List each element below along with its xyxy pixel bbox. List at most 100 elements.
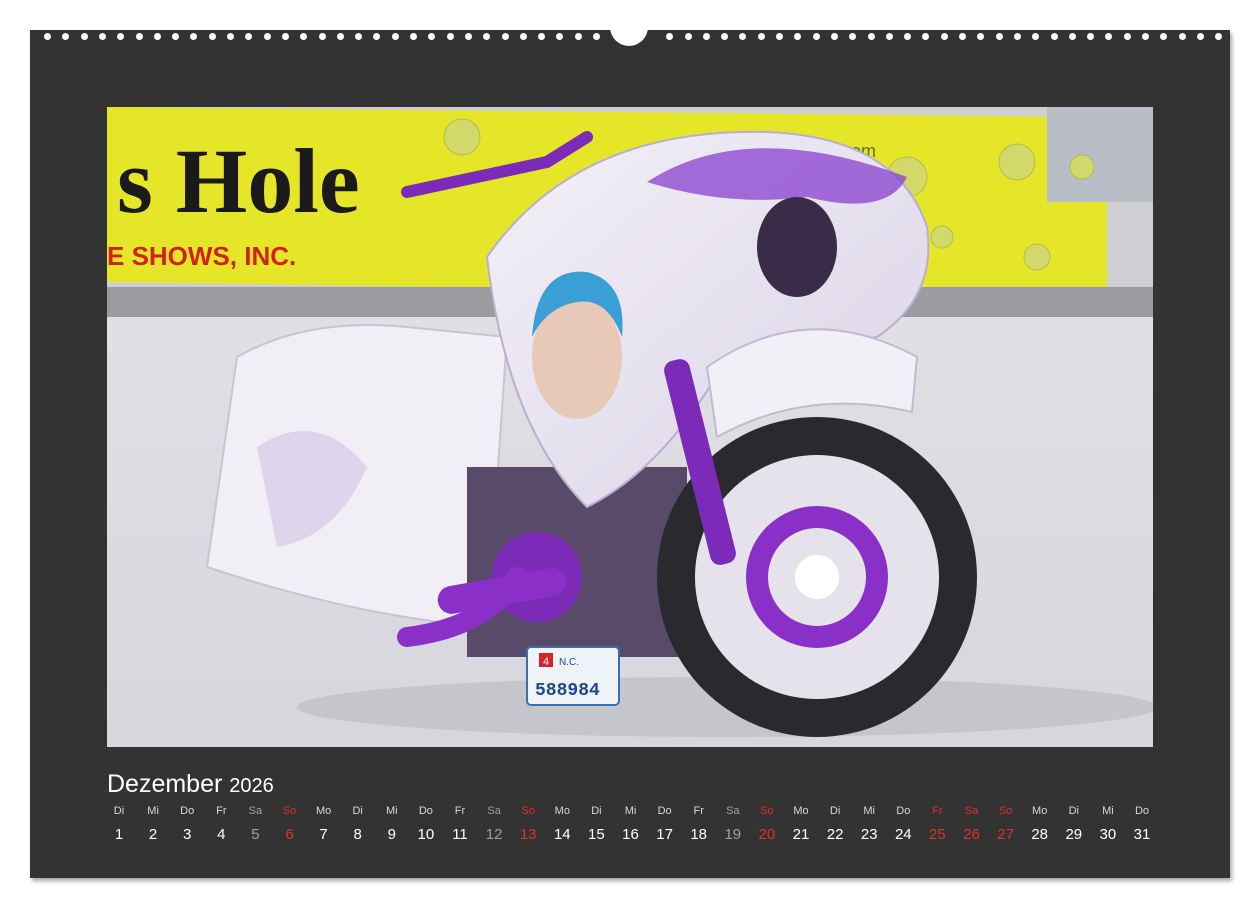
binding-hole <box>666 33 674 40</box>
weekday-label: Mi <box>1102 805 1114 817</box>
binding-hole <box>410 33 417 40</box>
day-number: 17 <box>656 826 673 843</box>
binding-hole <box>959 33 966 40</box>
binding-hole <box>867 33 875 40</box>
binding-hole <box>977 33 985 40</box>
day-number: 4 <box>217 826 226 843</box>
binding-hole <box>922 33 930 40</box>
weekday-label: Mo <box>793 805 809 817</box>
binding-hole <box>1032 33 1040 40</box>
banner-subtext: E SHOWS, INC. <box>107 241 296 271</box>
binding-hole <box>355 33 363 40</box>
binding-hole <box>172 33 180 40</box>
calendar-day: Mo 7 <box>307 805 341 843</box>
calendar-day: Fr 11 <box>443 805 477 843</box>
calendar-day: Mo 28 <box>1023 805 1057 843</box>
binding-hole <box>1013 33 1021 40</box>
weekday-label: Do <box>896 805 911 817</box>
calendar-day: Di 29 <box>1057 805 1091 843</box>
weekday-label: Do <box>1134 805 1150 817</box>
weekday-label: Fr <box>693 805 704 817</box>
day-number: 12 <box>485 826 503 843</box>
calendar-day: Do 31 <box>1125 805 1159 843</box>
calendar-day: Mi 9 <box>375 805 409 843</box>
day-number: 13 <box>519 826 537 843</box>
weekday-label: Mo <box>554 805 570 817</box>
weekday-label: Mo <box>1032 805 1048 817</box>
binding-hole <box>1142 33 1149 40</box>
calendar-day: Do 3 <box>170 805 204 843</box>
binding-hole <box>227 33 234 40</box>
binding-hole <box>1160 33 1168 40</box>
calendar-day: Di 22 <box>818 805 852 843</box>
binding-hole <box>483 33 491 40</box>
day-number: 1 <box>114 826 124 843</box>
binding-hole <box>721 33 729 40</box>
weekday-label: Do <box>418 805 433 817</box>
calendar-day: So 13 <box>511 805 545 843</box>
binding-hole <box>281 33 289 40</box>
weekday-label: Sa <box>487 805 501 817</box>
day-number: 7 <box>319 826 328 843</box>
calendar-day: Sa 12 <box>477 805 511 843</box>
calendar-day: Di 1 <box>102 805 136 843</box>
day-number: 2 <box>148 826 158 843</box>
binding-hole <box>135 33 143 40</box>
weekday-label: Di <box>591 805 602 817</box>
day-number: 18 <box>690 826 708 843</box>
day-number: 3 <box>183 826 192 843</box>
weekday-label: Sa <box>726 805 740 817</box>
weekday-label: Mi <box>385 805 398 817</box>
binding-hole <box>153 33 161 40</box>
binding-hole <box>885 33 893 40</box>
day-number: 27 <box>997 826 1014 843</box>
binding-hole <box>812 33 820 40</box>
day-number: 21 <box>792 826 810 843</box>
svg-text:N.C.: N.C. <box>559 657 579 668</box>
binding-hole <box>373 33 381 40</box>
binding-hole <box>300 33 308 40</box>
binding-hole <box>464 33 472 40</box>
binding-hole <box>684 33 692 40</box>
binding-hole <box>263 33 271 40</box>
svg-text:4: 4 <box>543 656 549 668</box>
binding-hole <box>849 33 857 40</box>
day-number: 26 <box>963 826 980 843</box>
binding-hole <box>245 33 253 40</box>
binding-hole <box>574 33 582 40</box>
calendar-day: Do 17 <box>648 805 682 843</box>
binding-hole <box>336 33 344 40</box>
binding-hole <box>1068 33 1076 40</box>
day-row: Di 1 Mi 2 Do 3 Fr 4 Sa 5 So 6 Mo 7 Di 8 Mi 9 Do 10 Fr 11 Sa 12 S… <box>102 805 1162 865</box>
plate-number: 588984 <box>535 681 600 701</box>
binding-hole <box>776 33 783 40</box>
binding-hole <box>538 33 546 40</box>
weekday-label: Fr <box>216 805 227 817</box>
calendar-day: Di 15 <box>579 805 613 843</box>
binding-hole <box>318 33 326 40</box>
binding-hole <box>1087 33 1095 40</box>
weekday-label: Do <box>657 805 672 817</box>
binding-hole <box>995 33 1003 40</box>
day-number: 8 <box>353 826 362 843</box>
weekday-label: Di <box>113 805 125 817</box>
binding-hole <box>98 33 106 40</box>
calendar-day: Do 24 <box>886 805 920 843</box>
binding-hole <box>190 33 198 40</box>
binding-hole <box>117 33 125 40</box>
month-name: Dezember <box>107 770 223 798</box>
day-number: 20 <box>758 826 776 843</box>
calendar-day: Mi 16 <box>614 805 648 843</box>
day-number: 23 <box>860 826 878 843</box>
day-number: 24 <box>894 826 912 843</box>
calendar-day: Di 8 <box>341 805 375 843</box>
binding-hole <box>1196 33 1204 40</box>
binding-hole <box>940 33 948 40</box>
binding-hole <box>830 33 838 40</box>
day-number: 28 <box>1031 826 1049 843</box>
calendar-day: Mi 30 <box>1091 805 1125 843</box>
day-number: 25 <box>929 826 946 843</box>
binding-hole <box>739 33 747 40</box>
calendar-day: So 27 <box>989 805 1023 843</box>
weekday-label: Di <box>829 805 841 817</box>
